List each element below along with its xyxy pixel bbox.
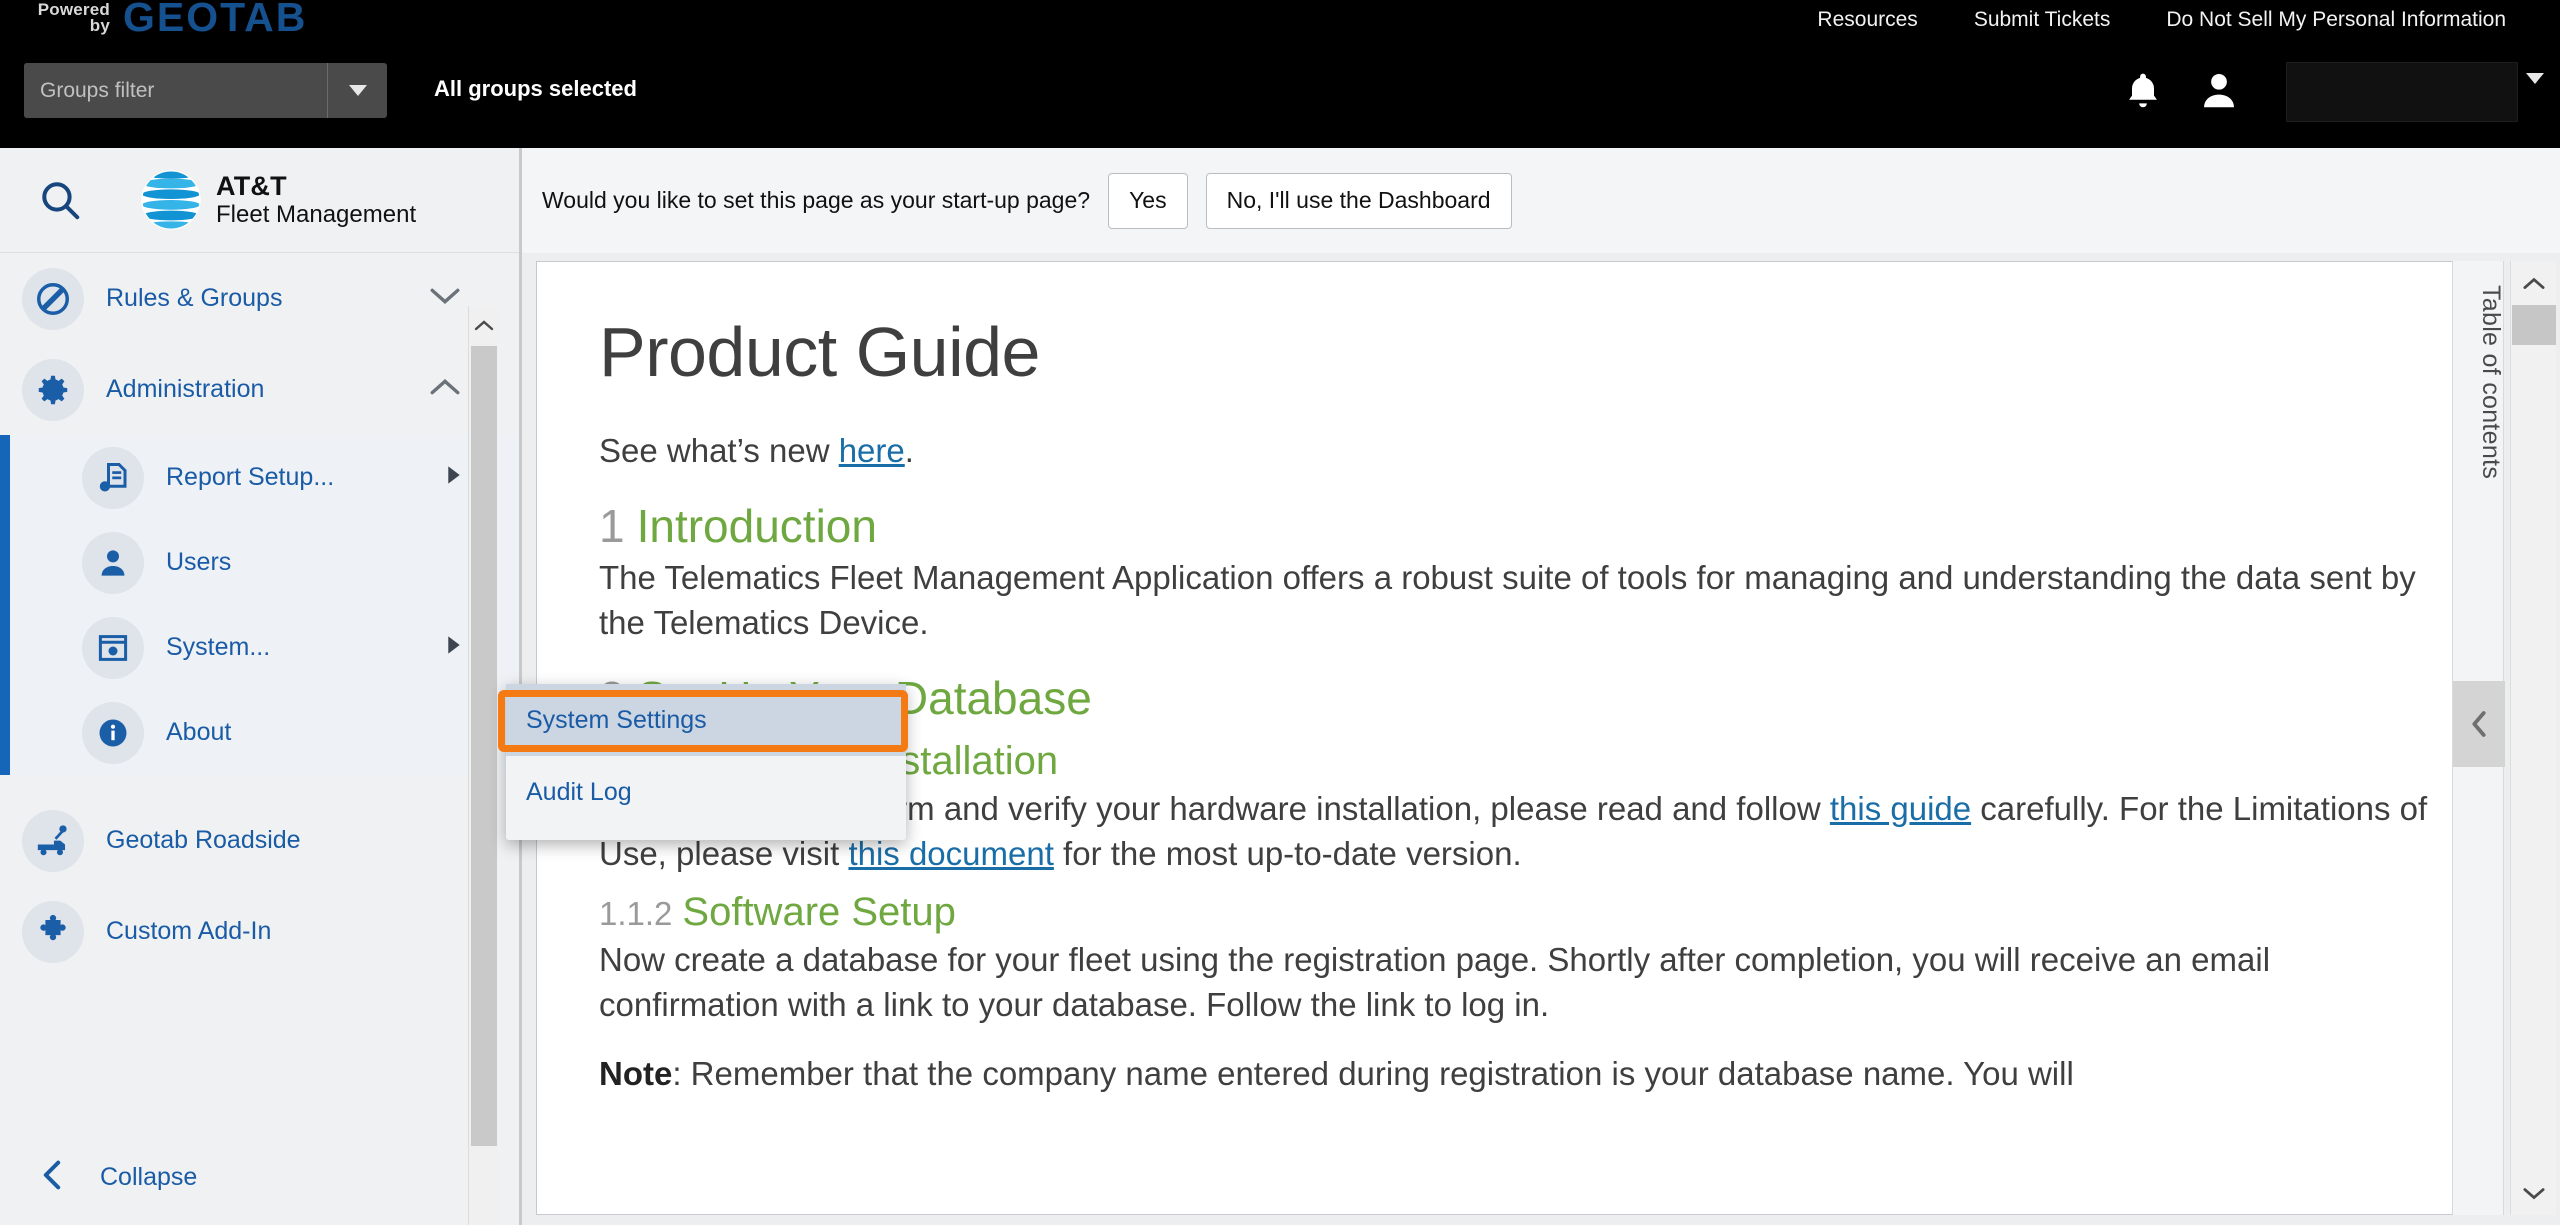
heading-software-setup: 1.1.2 Software Setup <box>599 890 2453 935</box>
toc-expand-handle[interactable] <box>2453 681 2505 767</box>
heading-number: 1.1.2 <box>599 895 673 932</box>
sidebar-item-geotab-roadside[interactable]: Geotab Roadside <box>0 795 520 886</box>
sidebar-scrollbar-thumb[interactable] <box>471 346 497 1146</box>
chevron-down-icon <box>348 85 367 96</box>
top-nav-resources[interactable]: Resources <box>1789 8 1945 32</box>
left-sidebar: AT&T Fleet Management Rules & Groups Adm… <box>0 148 520 1225</box>
sidebar-item-label: Rules & Groups <box>106 284 283 312</box>
sidebar-item-system[interactable]: System... <box>10 605 520 690</box>
flyout-item-audit-log[interactable]: Audit Log <box>506 756 906 828</box>
report-setup-icon <box>82 446 144 509</box>
gear-icon <box>22 358 84 421</box>
no-entry-icon <box>22 267 84 330</box>
sidebar-header: AT&T Fleet Management <box>0 148 520 253</box>
notifications-bell-icon[interactable] <box>2121 68 2165 121</box>
whats-new-link[interactable]: here <box>839 432 905 469</box>
whats-new-prefix: See what’s new <box>599 432 839 469</box>
powered-by-line2: by <box>89 16 110 35</box>
chevron-up-icon <box>428 377 462 402</box>
sidebar-item-label: Geotab Roadside <box>106 826 301 854</box>
sidebar-item-label: Users <box>166 548 232 576</box>
logo-line-fleet: Fleet Management <box>216 200 417 228</box>
heading-text: Introduction <box>636 500 877 552</box>
system-submenu-flyout: System Settings Audit Log <box>506 684 906 840</box>
startup-prompt-question: Would you like to set this page as your … <box>542 187 1091 213</box>
document-content: Product Guide See what’s new here. 1 Intr… <box>537 262 2453 1096</box>
sidebar-item-label: Report Setup... <box>166 463 335 491</box>
heading-text: Software Setup <box>682 890 956 934</box>
sidebar-collapse-button[interactable]: Collapse <box>0 1129 520 1225</box>
arrow-right-icon <box>446 465 462 490</box>
puzzle-icon <box>22 900 84 963</box>
scroll-down-arrow-icon[interactable] <box>2511 1173 2557 1213</box>
arrow-right-icon <box>446 635 462 660</box>
heading-number: 1 <box>599 500 625 552</box>
system-icon <box>82 616 144 679</box>
startup-page-prompt: Would you like to set this page as your … <box>520 148 2560 253</box>
sidebar-item-label: Administration <box>106 375 265 403</box>
sidebar-item-about[interactable]: About <box>10 690 520 775</box>
search-icon[interactable] <box>30 177 90 223</box>
sidebar-item-label: About <box>166 718 232 746</box>
top-nav-submit-tickets[interactable]: Submit Tickets <box>1946 8 2139 32</box>
user-name-field[interactable] <box>2286 62 2518 122</box>
sidebar-item-label: System... <box>166 633 271 661</box>
note-body: : Remember that the company name entered… <box>672 1055 2074 1092</box>
this-guide-link[interactable]: this guide <box>1830 790 1971 827</box>
logo-line-att: AT&T <box>216 171 287 202</box>
table-of-contents-rail[interactable]: Table of contents <box>2452 261 2505 1215</box>
sidebar-collapse-label: Collapse <box>100 1162 198 1191</box>
all-groups-selected-label: All groups selected <box>434 76 637 101</box>
user-icon <box>82 531 144 594</box>
att-globe-icon <box>141 170 201 230</box>
sidebar-item-users[interactable]: Users <box>10 520 520 605</box>
content-scrollbar-thumb[interactable] <box>2512 305 2556 345</box>
page-title: Product Guide <box>599 313 1040 391</box>
flyout-item-system-settings[interactable]: System Settings <box>506 684 906 756</box>
sidebar-divider <box>0 775 520 795</box>
intro-paragraph: The Telematics Fleet Management Applicat… <box>599 559 2416 641</box>
powered-by-label: Powered by <box>30 1 110 35</box>
hardware-text-c: for the most up-to-date version. <box>1053 835 1522 872</box>
tow-truck-icon <box>22 809 84 872</box>
startup-yes-button[interactable]: Yes <box>1108 172 1188 229</box>
user-menu-chevron-down-icon[interactable] <box>2526 73 2544 102</box>
scroll-up-arrow-icon[interactable] <box>2511 263 2557 303</box>
content-scrollbar[interactable] <box>2510 261 2556 1215</box>
table-of-contents-label: Table of contents <box>2477 285 2505 480</box>
chevron-left-icon <box>38 1158 66 1197</box>
chevron-left-icon <box>2472 711 2486 737</box>
groups-filter-dropdown-button[interactable] <box>327 63 387 118</box>
top-navigation: Resources Submit Tickets Do Not Sell My … <box>1789 8 2534 32</box>
sidebar-item-label: Custom Add-In <box>106 917 272 945</box>
note-paragraph: Note: Remember that the company name ent… <box>599 1051 2453 1096</box>
sidebar-scrollbar[interactable] <box>468 306 498 1225</box>
sidebar-item-report-setup[interactable]: Report Setup... <box>10 435 520 520</box>
geotab-logo: GEOTAB <box>123 0 308 40</box>
sidebar-nav-scroll: Rules & Groups Administration Report Set… <box>0 253 520 1153</box>
whats-new-suffix: . <box>904 432 914 469</box>
application-window: Powered by GEOTAB Resources Submit Ticke… <box>0 0 2560 1225</box>
top-header-bar: Powered by GEOTAB Resources Submit Ticke… <box>0 0 2560 148</box>
sidebar-item-custom-add-in[interactable]: Custom Add-In <box>0 886 520 977</box>
groups-filter-input[interactable] <box>24 63 327 118</box>
info-icon <box>82 701 144 764</box>
administration-subitems: Report Setup... Users System... About <box>0 435 520 775</box>
user-avatar-icon[interactable] <box>2196 66 2242 121</box>
this-document-link[interactable]: this document <box>848 835 1053 872</box>
note-label: Note <box>599 1055 673 1092</box>
sidebar-item-rules-and-groups[interactable]: Rules & Groups <box>0 253 520 344</box>
groups-filter[interactable] <box>24 63 387 118</box>
heading-introduction: 1 Introduction <box>599 499 2453 553</box>
software-setup-paragraph: Now create a database for your fleet usi… <box>599 941 2271 1023</box>
att-fleet-management-logo: AT&T Fleet Management <box>140 169 416 231</box>
scroll-down-arrow-icon[interactable] <box>469 1217 499 1225</box>
scroll-up-arrow-icon[interactable] <box>469 310 499 340</box>
whats-new-line: See what’s new here. <box>599 428 2453 473</box>
chevron-down-icon <box>428 286 462 311</box>
top-nav-do-not-sell[interactable]: Do Not Sell My Personal Information <box>2138 8 2534 32</box>
sidebar-item-administration[interactable]: Administration <box>0 344 520 435</box>
startup-no-button[interactable]: No, I'll use the Dashboard <box>1205 172 1512 229</box>
